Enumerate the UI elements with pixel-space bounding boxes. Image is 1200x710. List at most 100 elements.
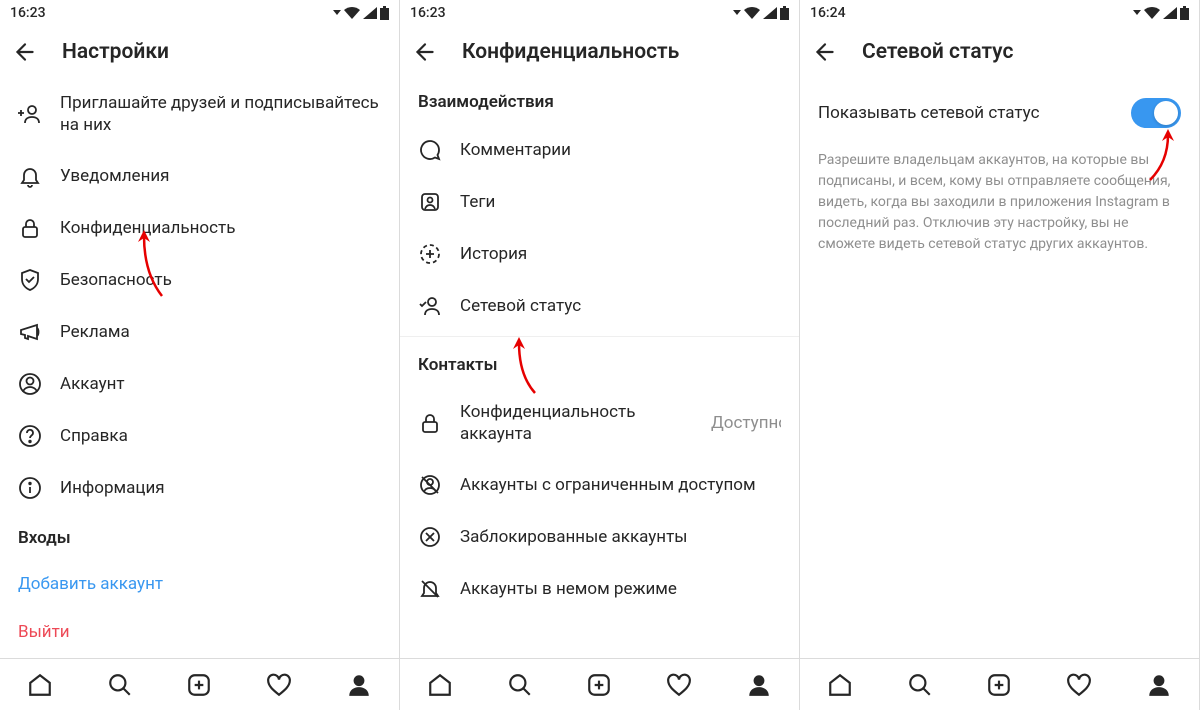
battery-icon [380,6,389,20]
section-contacts: Контакты [400,341,799,387]
item-account[interactable]: Аккаунт [0,358,399,410]
nav-home[interactable] [20,665,60,705]
megaphone-icon [18,320,42,344]
nav-activity[interactable] [659,665,699,705]
toggle-row-show-status: Показывать сетевой статус [800,78,1199,142]
page-title: Сетевой статус [862,40,1013,64]
wifi-icon [1144,7,1160,19]
status-icons [1133,6,1189,20]
item-muted[interactable]: Аккаунты в немом режиме [400,563,799,615]
signal-icon [763,7,777,19]
item-help[interactable]: Справка [0,410,399,462]
help-icon [18,424,42,448]
item-label: Аккаунт [60,373,381,395]
page-title: Настройки [62,40,169,64]
back-icon[interactable] [12,39,38,65]
bottom-nav [400,658,799,710]
item-invite-friends[interactable]: Приглашайте друзей и подписывайтесь на н… [0,78,399,150]
privacy-list: Взаимодействия Комментарии Теги История … [400,78,799,658]
status-time: 16:23 [10,5,46,21]
screen-privacy: 16:23 Конфиденциальность Взаимодействия … [400,0,800,710]
lock-icon [18,216,42,240]
nav-profile[interactable] [339,665,379,705]
toggle-show-status[interactable] [1131,98,1181,128]
item-story[interactable]: История [400,228,799,280]
nav-search[interactable] [100,665,140,705]
item-label: Безопасность [60,269,381,291]
status-icons [733,6,789,20]
item-label: Конфиденциальность аккаунта [460,401,693,445]
restricted-icon [418,473,442,497]
item-tags[interactable]: Теги [400,176,799,228]
logout-link[interactable]: Выйти [0,608,399,656]
toggle-label: Показывать сетевой статус [818,103,1040,123]
section-logins: Входы [0,514,399,560]
bell-icon [18,164,42,188]
nav-search[interactable] [500,665,540,705]
wifi-icon [744,7,760,19]
signal-icon [1163,7,1177,19]
nav-home[interactable] [420,665,460,705]
item-label: Конфиденциальность [60,217,381,239]
divider [400,336,799,337]
item-privacy[interactable]: Конфиденциальность [0,202,399,254]
nav-profile[interactable] [1139,665,1179,705]
item-label: Аккаунты в немом режиме [460,578,781,600]
item-security[interactable]: Безопасность [0,254,399,306]
item-activity-status[interactable]: Сетевой статус [400,280,799,332]
back-icon[interactable] [812,39,838,65]
item-blocked[interactable]: Заблокированные аккаунты [400,511,799,563]
header: Настройки [0,26,399,78]
item-account-privacy[interactable]: Конфиденциальность аккаунта Доступно [400,387,799,459]
tag-icon [418,190,442,214]
nav-activity[interactable] [259,665,299,705]
bottom-nav [800,658,1199,710]
nav-add[interactable] [979,665,1019,705]
nav-add[interactable] [179,665,219,705]
add-account-link[interactable]: Добавить аккаунт [0,560,399,608]
activity-status-icon [418,294,442,318]
nav-profile[interactable] [739,665,779,705]
lock-icon [418,411,442,435]
description-text: Разрешите владельцам аккаунтов, на котор… [800,142,1199,263]
item-label: Приглашайте друзей и подписывайтесь на н… [60,92,381,136]
story-icon [418,242,442,266]
bottom-nav [0,658,399,710]
battery-icon [780,6,789,20]
back-icon[interactable] [412,39,438,65]
battery-icon [1180,6,1189,20]
item-label: Аккаунты с ограниченным доступом [460,474,781,496]
blocked-icon [418,525,442,549]
item-label: Справка [60,425,381,447]
wifi-icon [344,7,360,19]
header: Сетевой статус [800,26,1199,78]
nav-activity[interactable] [1059,665,1099,705]
caret-icon [733,9,741,17]
item-info[interactable]: Информация [0,462,399,514]
item-ads[interactable]: Реклама [0,306,399,358]
signal-icon [363,7,377,19]
status-bar: 16:23 [400,0,799,26]
status-time: 16:23 [410,5,446,21]
status-bar: 16:24 [800,0,1199,26]
comment-icon [418,138,442,162]
nav-search[interactable] [900,665,940,705]
item-label: История [460,243,781,265]
info-icon [18,476,42,500]
item-label: Теги [460,191,781,213]
item-label: Комментарии [460,139,781,161]
activity-status-content: Показывать сетевой статус Разрешите влад… [800,78,1199,658]
nav-home[interactable] [820,665,860,705]
add-person-icon [18,102,42,126]
nav-add[interactable] [579,665,619,705]
item-label: Информация [60,477,381,499]
item-notifications[interactable]: Уведомления [0,150,399,202]
item-comments[interactable]: Комментарии [400,124,799,176]
item-restricted[interactable]: Аккаунты с ограниченным доступом [400,459,799,511]
status-time: 16:24 [810,5,846,21]
caret-icon [1133,9,1141,17]
screen-settings: 16:23 Настройки Приглашайте друзей и под… [0,0,400,710]
muted-icon [418,577,442,601]
header: Конфиденциальность [400,26,799,78]
caret-icon [333,9,341,17]
